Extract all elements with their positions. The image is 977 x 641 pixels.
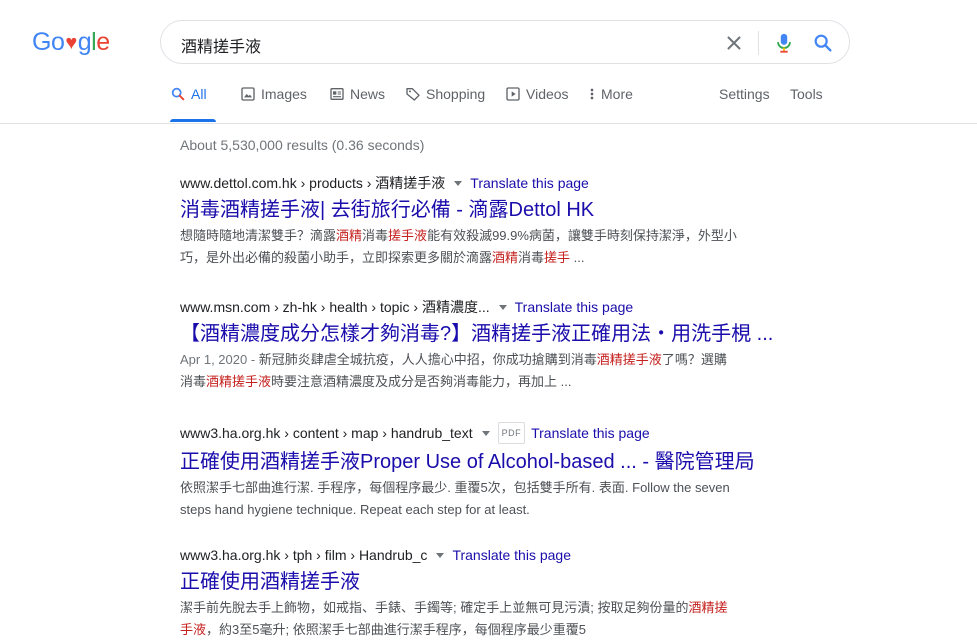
video-icon (506, 87, 520, 101)
result-cite: www.dettol.com.hk › products › 酒精搓手液 Tra… (180, 174, 790, 192)
tools-label: Tools (790, 86, 823, 102)
google-logo[interactable]: Go♥gle (32, 27, 110, 58)
dropdown-arrow-icon[interactable] (498, 304, 507, 310)
search-result: www.msn.com › zh-hk › health › topic › 酒… (180, 298, 790, 393)
dropdown-arrow-icon[interactable] (454, 180, 463, 186)
tab-label: More (601, 86, 633, 102)
result-title[interactable]: 正確使用酒精搓手液 (180, 569, 790, 595)
search-icon (171, 87, 185, 101)
clear-icon[interactable] (723, 32, 745, 54)
tab-news[interactable]: News (329, 86, 385, 122)
tab-images[interactable]: Images (240, 86, 307, 122)
tag-icon (406, 88, 420, 101)
result-url[interactable]: www.msn.com › zh-hk › health › topic › 酒… (180, 298, 490, 316)
tab-label: Videos (526, 86, 569, 102)
pdf-badge: PDF (497, 422, 526, 444)
result-cite: www3.ha.org.hk › tph › film › Handrub_c … (180, 546, 790, 564)
result-url[interactable]: www3.ha.org.hk › tph › film › Handrub_c (180, 546, 427, 564)
result-snippet: 依照潔手七部曲進行潔. 手程序，每個程序最少. 重覆5次，包括雙手所有. 表面.… (180, 480, 730, 517)
translate-link[interactable]: Translate this page (452, 546, 571, 564)
logo-text-end: gle (77, 28, 110, 56)
result-snippet: Apr 1, 2020 - 新冠肺炎肆虐全城抗疫，人人擔心中招，你成功搶購到消毒… (180, 352, 727, 389)
result-cite: www.msn.com › zh-hk › health › topic › 酒… (180, 298, 790, 316)
search-input[interactable]: 酒精搓手液 (181, 33, 261, 57)
image-icon (241, 87, 255, 101)
tools-link[interactable]: Tools (790, 86, 823, 122)
result-title[interactable]: 正確使用酒精搓手液Proper Use of Alcohol-based ...… (180, 449, 790, 475)
settings-label: Settings (719, 86, 770, 102)
translate-link[interactable]: Translate this page (515, 298, 634, 316)
dropdown-arrow-icon[interactable] (436, 552, 445, 558)
tab-videos[interactable]: Videos (505, 86, 569, 122)
tab-label: Shopping (426, 86, 486, 102)
search-divider (758, 31, 759, 55)
result-cite: www3.ha.org.hk › content › map › handrub… (180, 422, 790, 444)
tab-shopping[interactable]: Shopping (405, 86, 485, 122)
result-url[interactable]: www3.ha.org.hk › content › map › handrub… (180, 424, 473, 442)
microphone-icon[interactable] (773, 31, 795, 55)
search-result: www3.ha.org.hk › content › map › handrub… (180, 422, 790, 521)
news-icon (330, 88, 344, 100)
settings-link[interactable]: Settings (719, 86, 770, 122)
header: Go♥gle 酒精搓手液 All Images News Shopping Vi… (0, 0, 977, 124)
result-snippet: 潔手前先脫去手上飾物，如戒指、手錶、手鐲等; 確定手上並無可見污漬; 按取足夠份… (180, 600, 728, 637)
result-title[interactable]: 【酒精濃度成分怎樣才夠消毒?】酒精搓手液正確用法・用洗手梘 ... (180, 321, 790, 347)
search-box[interactable]: 酒精搓手液 (160, 20, 850, 64)
logo-text-start: Go (32, 28, 65, 56)
more-vert-icon (590, 88, 594, 100)
translate-link[interactable]: Translate this page (470, 174, 589, 192)
translate-link[interactable]: Translate this page (531, 424, 650, 442)
dropdown-arrow-icon[interactable] (481, 430, 490, 436)
result-stats: About 5,530,000 results (0.36 seconds) (180, 137, 425, 153)
tab-label: Images (261, 86, 307, 102)
search-icon[interactable] (812, 32, 834, 54)
tab-more[interactable]: More (588, 86, 633, 122)
tab-label: News (350, 86, 386, 102)
tab-label: All (191, 86, 207, 102)
search-result: www3.ha.org.hk › tph › film › Handrub_c … (180, 546, 790, 641)
search-result: www.dettol.com.hk › products › 酒精搓手液 Tra… (180, 174, 790, 269)
tab-all[interactable]: All (170, 86, 216, 122)
heart-icon: ♥ (65, 32, 77, 54)
result-snippet: 想隨時隨地清潔雙手？滴露酒精消毒搓手液能有效殺滅99.9%病菌，讓雙手時刻保持潔… (180, 228, 737, 265)
result-title[interactable]: 消毒酒精搓手液| 去街旅行必備 - 滴露Dettol HK (180, 197, 790, 223)
result-url[interactable]: www.dettol.com.hk › products › 酒精搓手液 (180, 174, 445, 192)
